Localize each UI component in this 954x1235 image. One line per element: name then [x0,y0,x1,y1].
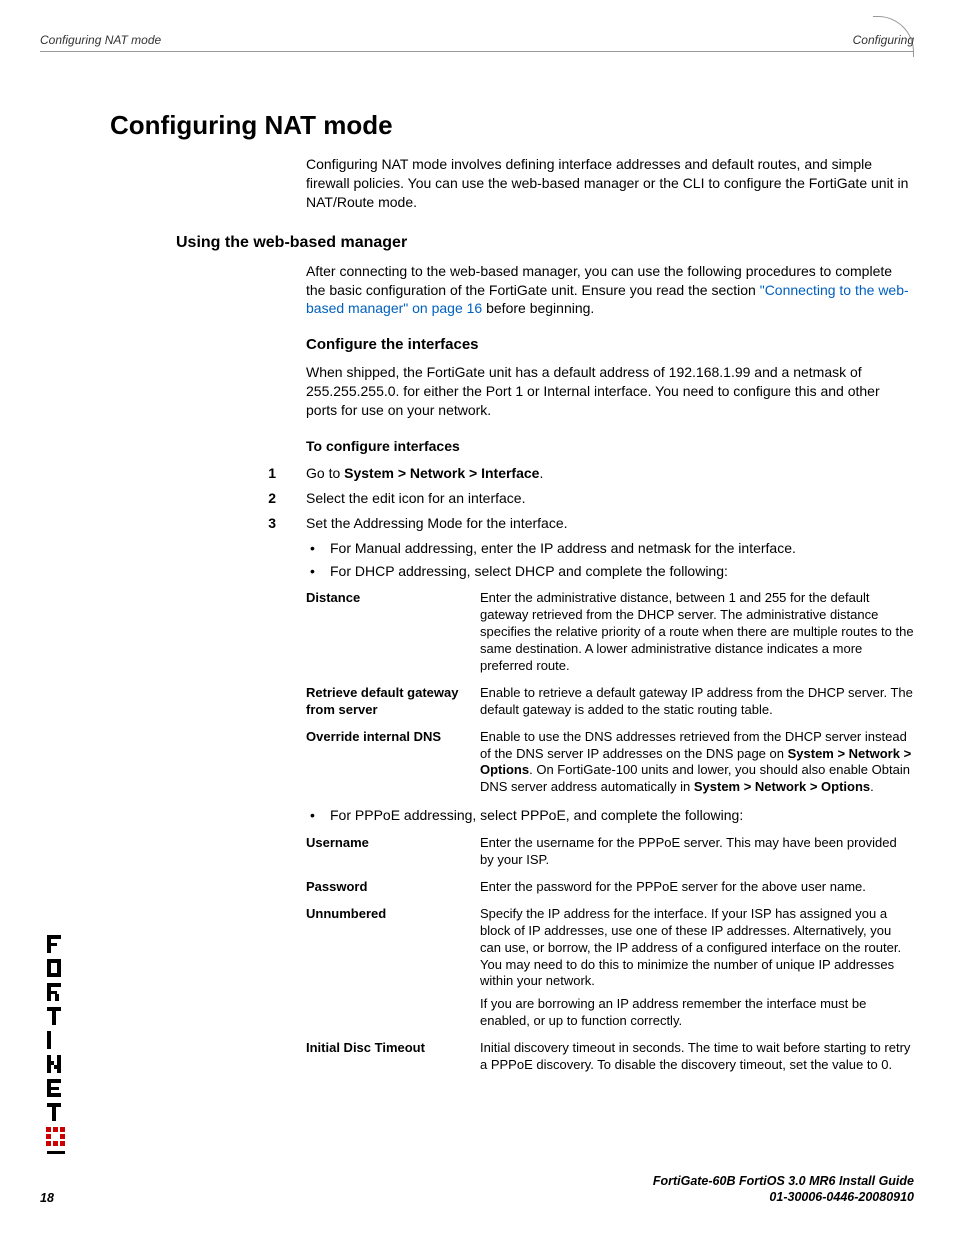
step-text: Go to System > Network > Interface. [306,464,914,483]
param-name: Retrieve default gateway from server [306,685,480,719]
header-left: Configuring NAT mode [40,33,161,47]
param-desc: Specify the IP address for the interface… [480,906,914,1030]
bullet-text: For Manual addressing, enter the IP addr… [330,539,796,558]
doc-id: 01-30006-0446-20080910 [769,1190,914,1204]
header-right: Configuring [853,33,914,47]
text: . [539,465,543,481]
intro-paragraph: Configuring NAT mode involves defining i… [306,155,914,212]
param-name: Username [306,835,480,869]
bullet-icon: • [306,539,330,558]
substep-bullet: • For PPPoE addressing, select PPPoE, an… [306,806,914,825]
doc-title: FortiGate-60B FortiOS 3.0 MR6 Install Gu… [653,1174,914,1188]
table-row: Password Enter the password for the PPPo… [306,879,914,896]
step-number: 1 [110,464,306,483]
text: Go to [306,465,344,481]
param-name: Override internal DNS [306,729,480,797]
table-row: Override internal DNS Enable to use the … [306,729,914,797]
footer-text: FortiGate-60B FortiOS 3.0 MR6 Install Gu… [40,1173,914,1206]
text: . [870,779,874,794]
param-desc: Enable to use the DNS addresses retrieve… [480,729,914,797]
bullet-icon: • [306,562,330,581]
step-2: 2 Select the edit icon for an interface. [110,489,914,508]
paragraph: After connecting to the web-based manage… [306,262,914,319]
step-number: 3 [110,514,306,533]
param-desc: Enter the password for the PPPoE server … [480,879,914,896]
param-name: Unnumbered [306,906,480,1030]
pppoe-params-table: Username Enter the username for the PPPo… [306,835,914,1074]
param-name: Distance [306,590,480,674]
text: before beginning. [482,300,594,316]
dhcp-params-table: Distance Enter the administrative distan… [306,590,914,796]
step-1: 1 Go to System > Network > Interface. [110,464,914,483]
header-rule [40,51,914,52]
param-desc: Enter the username for the PPPoE server.… [480,835,914,869]
heading-2: Using the web-based manager [176,234,914,252]
table-row: Initial Disc Timeout Initial discovery t… [306,1040,914,1074]
param-desc: Enter the administrative distance, betwe… [480,590,914,674]
menu-path: System > Network > Interface [344,465,539,481]
step-number: 2 [110,489,306,508]
bullet-icon: • [306,806,330,825]
substep-bullet: • For DHCP addressing, select DHCP and c… [306,562,914,581]
menu-path: System > Network > Options [694,779,870,794]
step-text: Select the edit icon for an interface. [306,489,914,508]
step-3: 3 Set the Addressing Mode for the interf… [110,514,914,533]
substep-bullet: • For Manual addressing, enter the IP ad… [306,539,914,558]
text: If you are borrowing an IP address remem… [480,996,914,1030]
heading-1: Configuring NAT mode [110,110,914,141]
param-desc: Enable to retrieve a default gateway IP … [480,685,914,719]
heading-3: Configure the interfaces [306,336,914,353]
paragraph: When shipped, the FortiGate unit has a d… [306,363,914,420]
page-number: 18 [40,1191,54,1205]
table-row: Distance Enter the administrative distan… [306,590,914,674]
bullet-text: For DHCP addressing, select DHCP and com… [330,562,728,581]
table-row: Username Enter the username for the PPPo… [306,835,914,869]
fortinet-logo [44,935,68,1155]
table-row: Unnumbered Specify the IP address for th… [306,906,914,1030]
param-name: Password [306,879,480,896]
bullet-text: For PPPoE addressing, select PPPoE, and … [330,806,743,825]
text: Specify the IP address for the interface… [480,906,914,990]
step-text: Set the Addressing Mode for the interfac… [306,514,914,533]
table-row: Retrieve default gateway from server Ena… [306,685,914,719]
param-name: Initial Disc Timeout [306,1040,480,1074]
procedure-heading: To configure interfaces [306,438,914,454]
param-desc: Initial discovery timeout in seconds. Th… [480,1040,914,1074]
